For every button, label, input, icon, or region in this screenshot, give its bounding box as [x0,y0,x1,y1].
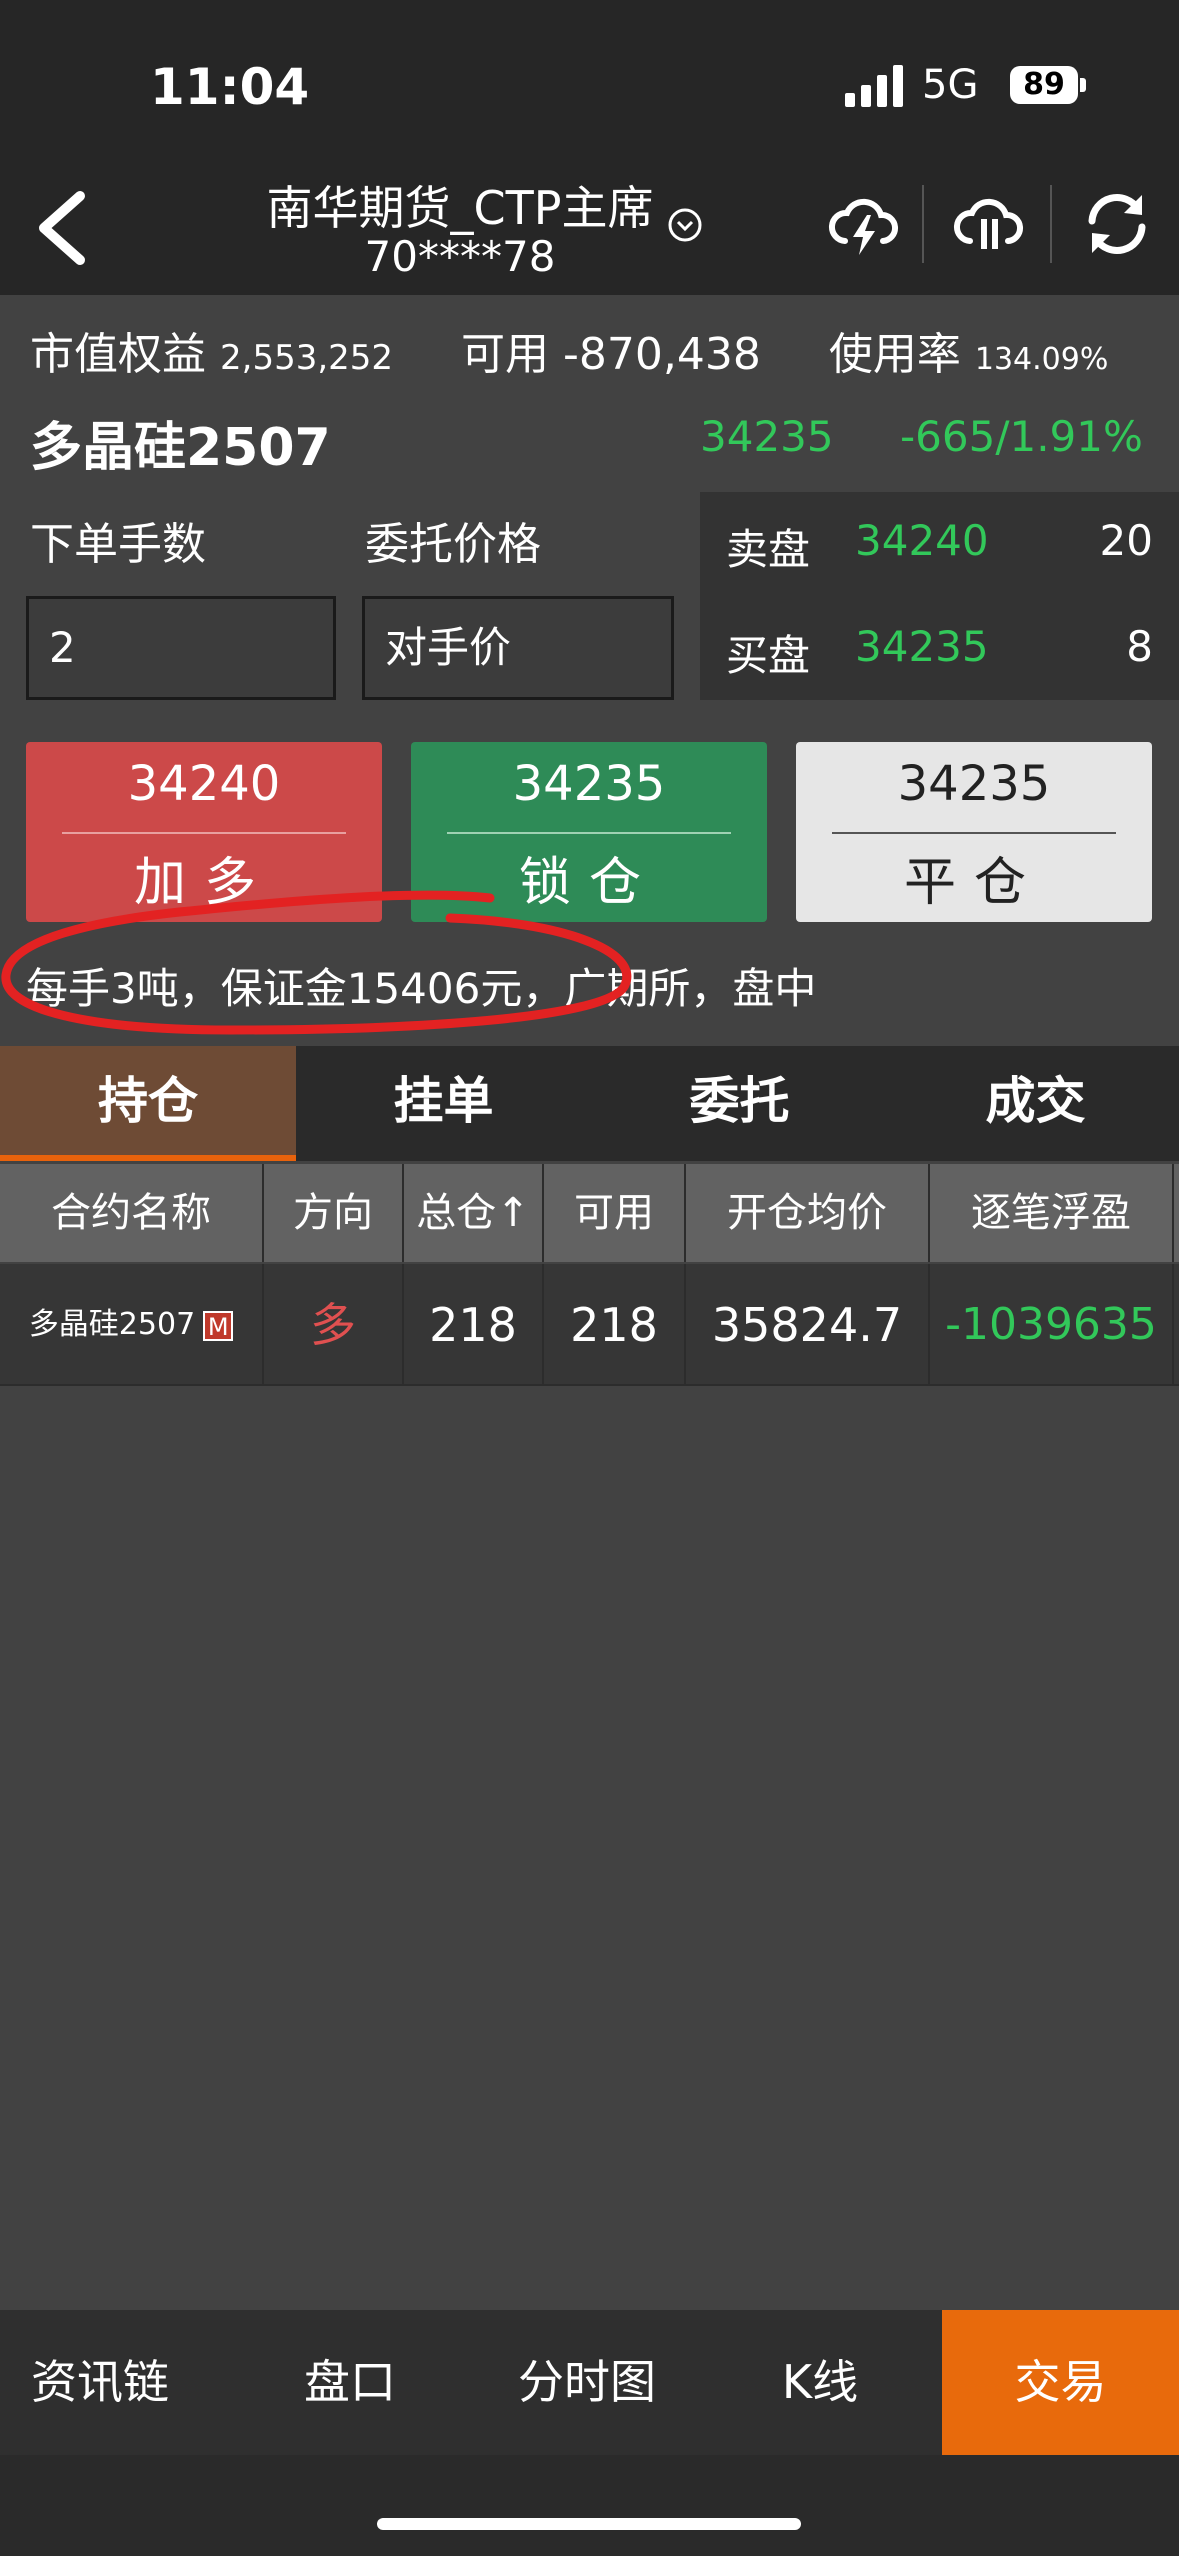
account-number[interactable]: 70****78 [200,232,720,281]
chevron-down-icon[interactable] [668,208,702,242]
close-position-button[interactable]: 34235 平仓 [796,742,1152,922]
cloud-bolt-icon[interactable] [825,185,903,263]
col-total[interactable]: 总仓↑ [404,1164,544,1262]
header-divider [922,185,924,263]
available-label: 可用 [461,329,550,380]
bid-volume: 8 [1126,622,1153,671]
header-divider [1050,185,1052,263]
tab-positions[interactable]: 持仓 [0,1046,296,1161]
home-bar-area [0,2455,1179,2556]
tab-pending[interactable]: 挂单 [296,1046,591,1161]
bid-price: 34235 [855,622,989,671]
qty-label: 下单手数 [30,519,206,570]
tab-orders[interactable]: 委托 [592,1046,887,1161]
close-price: 34235 [897,756,1051,812]
price-input[interactable]: 对手价 [362,596,674,700]
available-value: -870,438 [563,329,761,380]
price-change: -665/1.91% [900,412,1143,461]
button-divider [832,832,1116,834]
col-direction[interactable]: 方向 [264,1164,404,1262]
button-divider [62,832,346,834]
account-title[interactable]: 南华期货_CTP主席 [200,172,720,238]
usage-label: 使用率 [828,329,961,380]
cell-direction: 多 [264,1264,404,1386]
equity-value: 2,553,252 [220,338,394,378]
refresh-icon[interactable] [1078,185,1156,263]
nav-intraday-chart[interactable]: 分时图 [487,2310,687,2455]
home-indicator[interactable] [377,2518,801,2530]
button-divider [447,832,731,834]
add-long-price: 34240 [127,756,281,812]
qty-input[interactable]: 2 [26,596,336,700]
order-book: 卖盘 34240 20 买盘 34235 8 [700,492,1179,700]
equity-label: 市值权益 [30,329,206,380]
ask-label: 卖盘 [726,525,811,574]
cell-contract-name: 多晶硅2507 [28,1307,196,1342]
cell-contract: 多晶硅2507 M [0,1264,264,1386]
cell-avg-price: 35824.7 [686,1264,930,1386]
last-price: 34235 [700,412,834,461]
signal-icon [845,65,903,107]
battery-tip [1080,78,1086,92]
nav-trade[interactable]: 交易 [942,2310,1179,2455]
table-row[interactable]: 多晶硅2507 M 多 218 218 35824.7 -1039635 [0,1264,1179,1386]
close-label: 平仓 [903,853,1044,913]
ask-row[interactable]: 卖盘 34240 20 [700,492,1179,592]
col-available[interactable]: 可用 [544,1164,686,1262]
bid-row[interactable]: 买盘 34235 8 [700,598,1179,698]
ask-price: 34240 [855,516,989,565]
market-badge: M [203,1310,234,1341]
col-pnl[interactable]: 逐笔浮盈 [930,1164,1174,1262]
account-summary: 市值权益 2,553,252 可用 -870,438 使用率 134.09% [30,318,1108,382]
nav-kline[interactable]: K线 [720,2310,920,2455]
contract-name[interactable]: 多晶硅2507 [30,405,331,480]
tab-trades[interactable]: 成交 [888,1046,1179,1161]
lock-price: 34235 [512,756,666,812]
cloud-pause-icon[interactable] [950,185,1028,263]
cell-available: 218 [544,1264,686,1386]
nav-news[interactable]: 资讯链 [0,2310,200,2455]
cell-total: 218 [404,1264,544,1386]
battery-icon: 89 [1010,66,1078,104]
bottom-nav: 资讯链 盘口 分时图 K线 交易 [0,2310,1179,2455]
table-header: 合约名称 方向 总仓↑ 可用 开仓均价 逐笔浮盈 [0,1164,1179,1262]
network-label: 5G [922,62,979,108]
back-icon[interactable] [28,188,98,268]
nav-order-book[interactable]: 盘口 [250,2310,450,2455]
col-contract[interactable]: 合约名称 [0,1164,264,1262]
col-avg-price[interactable]: 开仓均价 [686,1164,930,1262]
usage-value: 134.09% [974,342,1109,377]
status-time: 11:04 [150,58,310,116]
red-circle-annotation [1,890,632,1035]
cell-pnl: -1039635 [930,1264,1174,1386]
bid-label: 买盘 [726,631,811,680]
tab-bar: 持仓 挂单 委托 成交 [0,1046,1179,1161]
price-label: 委托价格 [365,519,541,570]
ask-volume: 20 [1099,516,1153,565]
